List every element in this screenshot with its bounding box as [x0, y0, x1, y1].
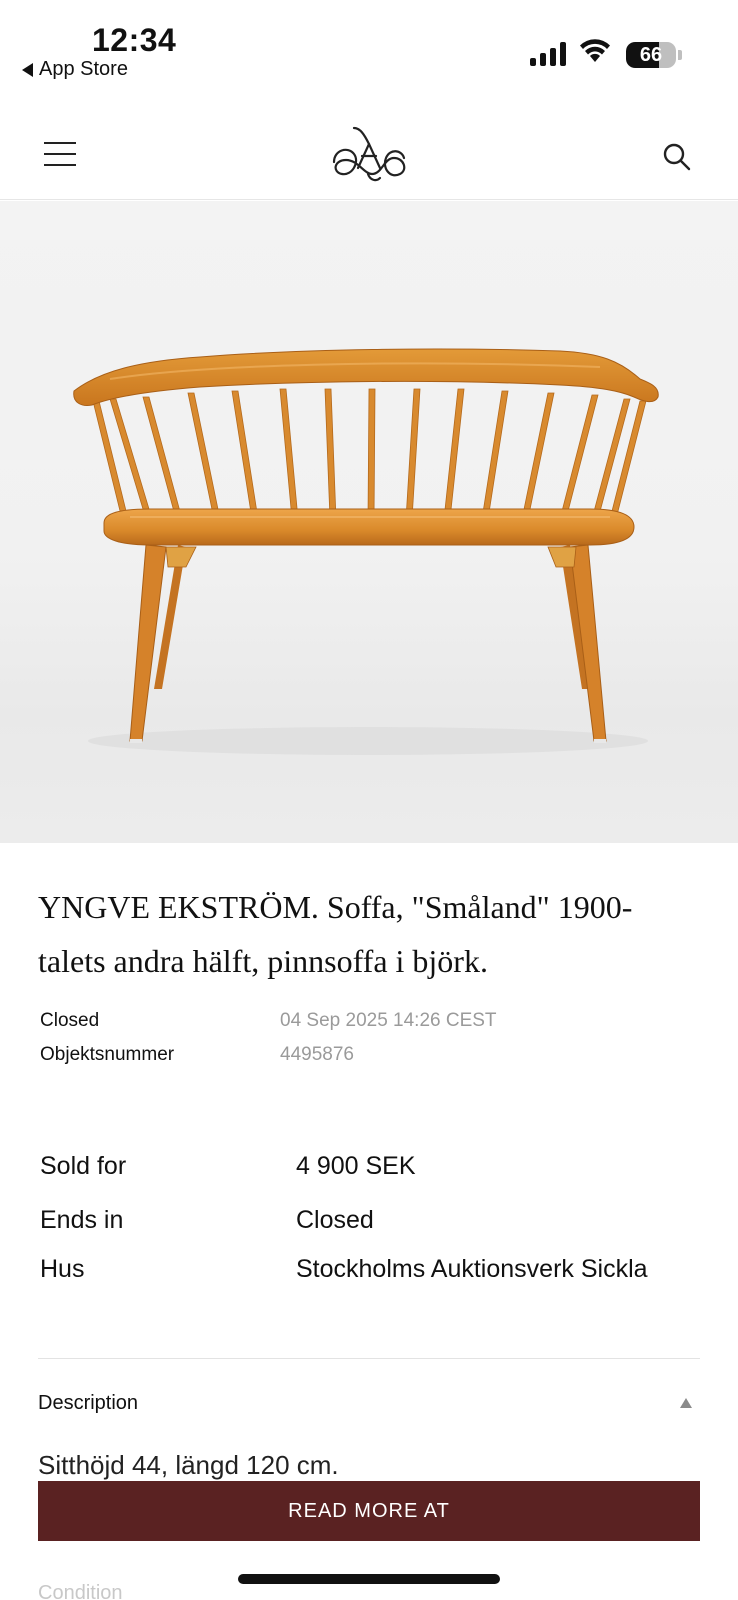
monogram-logo-icon[interactable]: [324, 124, 414, 186]
description-text: Sitthöjd 44, längd 120 cm.: [38, 1450, 339, 1480]
description-toggle[interactable]: Description: [38, 1388, 700, 1418]
lot-meta: Closed 04 Sep 2025 14:26 CEST Objektsnum…: [40, 1004, 700, 1072]
back-to-app-store-link[interactable]: App Store: [22, 58, 128, 81]
house-value: Stockholms Auktionsverk Sickla: [296, 1254, 648, 1283]
sold-for-row: Sold for 4 900 SEK: [40, 1148, 720, 1184]
ends-in-value: Closed: [296, 1205, 374, 1234]
wifi-icon: [580, 39, 610, 62]
collapse-up-icon: [680, 1398, 692, 1408]
product-title: YNGVE EKSTRÖM. Soffa, "Småland" 1900-tal…: [38, 889, 633, 979]
description-label: Description: [38, 1391, 139, 1414]
cellular-signal-icon: [530, 42, 566, 66]
battery-icon: 66: [626, 42, 676, 68]
section-divider: [38, 1358, 700, 1359]
condition-section-label[interactable]: Condition: [38, 1582, 123, 1600]
back-app-label: App Store: [39, 58, 128, 80]
ends-in-label: Ends in: [40, 1205, 124, 1234]
meta-value: 04 Sep 2025 14:26 CEST: [280, 1010, 497, 1031]
product-image[interactable]: [0, 201, 738, 843]
search-icon[interactable]: [662, 142, 692, 172]
status-time: 12:34: [92, 22, 177, 58]
meta-label: Closed: [40, 1010, 100, 1031]
status-bar: 12:34 App Store 66: [0, 0, 738, 96]
battery-tip: [678, 50, 682, 60]
meta-row-closed: Closed 04 Sep 2025 14:26 CEST: [40, 1004, 700, 1038]
wooden-bench-image: [73, 348, 659, 755]
back-arrow-icon: [22, 62, 33, 77]
house-label: Hus: [40, 1254, 85, 1283]
meta-row-object-number: Objektsnummer 4495876: [40, 1038, 700, 1072]
battery-percent: 66: [639, 44, 663, 66]
meta-value: 4495876: [280, 1044, 354, 1065]
sold-for-value: 4 900 SEK: [296, 1151, 416, 1180]
home-indicator[interactable]: [238, 1574, 500, 1584]
meta-label: Objektsnummer: [40, 1044, 175, 1065]
site-header: [0, 110, 738, 200]
read-more-button[interactable]: READ MORE AT: [38, 1481, 700, 1541]
sale-info: Sold for 4 900 SEK Ends in Closed Hus St…: [40, 1148, 720, 1287]
ends-in-row: Ends in Closed: [40, 1202, 720, 1238]
house-row: Hus Stockholms Auktionsverk Sickla: [40, 1251, 720, 1287]
hamburger-menu-icon[interactable]: [44, 142, 76, 166]
sold-for-label: Sold for: [40, 1151, 127, 1180]
